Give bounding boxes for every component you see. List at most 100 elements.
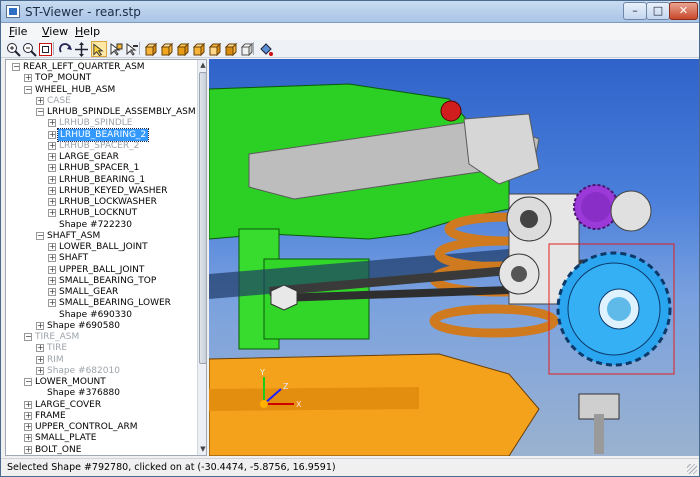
tree-scrollbar[interactable]: ▲ ▼ (197, 60, 206, 455)
menu-view[interactable]: View (42, 25, 68, 38)
expand-toggle-icon[interactable]: + (48, 243, 56, 251)
menu-bar: File View Help (1, 23, 699, 40)
tree-node-label: SHAFT_ASM (47, 230, 101, 241)
collapse-toggle-icon[interactable]: − (24, 378, 32, 386)
select-shape-button[interactable] (91, 41, 107, 57)
model-tree[interactable]: − REAR_LEFT_QUARTER_ASM + TOP_MOUNT − WHEEL_H… (5, 59, 207, 456)
view-right-button[interactable] (223, 41, 239, 57)
app-icon (6, 5, 20, 18)
tree-node-label: SMALL_BEARING_TOP (59, 275, 157, 286)
expand-toggle-icon[interactable]: + (24, 411, 32, 420)
toolbar-separator (53, 42, 54, 55)
menu-file[interactable]: File (9, 25, 27, 38)
expand-toggle-icon[interactable]: + (24, 74, 32, 83)
collapse-toggle-icon[interactable]: − (36, 108, 44, 116)
collapse-toggle-icon[interactable]: − (12, 63, 20, 71)
tree-node-label: TOP_MOUNT (35, 73, 92, 84)
left-bolt (270, 284, 298, 311)
expand-toggle-icon[interactable]: + (48, 141, 56, 150)
expand-toggle-icon[interactable]: + (36, 355, 44, 364)
3d-viewport[interactable]: Y X Z (209, 59, 699, 456)
expand-toggle-icon[interactable]: + (48, 164, 56, 173)
tree-node-label: SMALL_BEARING_LOWER (59, 298, 171, 309)
zoom-out-button[interactable] (21, 41, 37, 57)
expand-toggle-icon[interactable]: + (24, 400, 32, 409)
expand-toggle-icon[interactable]: + (48, 276, 56, 285)
toolbar-separator (139, 42, 140, 55)
collapse-toggle-icon[interactable]: − (24, 85, 32, 94)
tree-node-label: LRHUB_BEARING_2 (56, 127, 150, 142)
scroll-down-arrow-icon[interactable]: ▼ (198, 444, 206, 454)
tree-node-label: LRHUB_SPACER_1 (59, 163, 140, 174)
tree-node-label: LRHUB_KEYED_WASHER (59, 185, 168, 196)
tree-node-label: WHEEL_HUB_ASM (35, 84, 116, 95)
expand-toggle-icon[interactable]: + (36, 321, 44, 330)
rotate-icon (58, 42, 72, 53)
expand-toggle-icon[interactable]: + (48, 186, 56, 195)
view-front-button[interactable] (143, 41, 159, 57)
lower-bearing-inner (511, 266, 527, 282)
collapse-toggle-icon[interactable]: − (24, 333, 32, 341)
expand-toggle-icon[interactable]: + (36, 96, 44, 105)
minimize-button[interactable]: – (623, 2, 647, 20)
maximize-button[interactable]: □ (646, 2, 670, 20)
pick-edge-icon (126, 42, 138, 56)
view-bottom-button[interactable] (191, 41, 207, 57)
view-top-button[interactable] (175, 41, 191, 57)
zoom-fit-icon (38, 42, 52, 56)
tree-node-label: BOLT_ONE (35, 444, 82, 455)
tree-node-label: LOWER_BALL_JOINT (59, 242, 148, 252)
tree-node-label: Shape #690330 (59, 309, 132, 320)
cube-right-icon (224, 42, 237, 56)
hub-bearing-inner (520, 210, 538, 228)
zoom-fit-button[interactable] (37, 41, 53, 57)
zoom-in-icon (6, 42, 21, 57)
resize-grip-icon[interactable] (687, 464, 697, 474)
expand-toggle-icon[interactable]: + (24, 423, 32, 431)
tree-node-label: Shape #690580 (47, 320, 120, 331)
expand-toggle-icon[interactable]: + (48, 288, 56, 296)
tree-node-label: LRHUB_BEARING_1 (59, 174, 146, 185)
expand-toggle-icon[interactable]: + (48, 175, 56, 184)
tree-node-label: Shape #682010 (47, 365, 120, 376)
scroll-thumb[interactable] (199, 72, 206, 364)
rotate-button[interactable] (57, 41, 73, 57)
pick-face-icon (110, 42, 122, 56)
expand-toggle-icon[interactable]: + (36, 344, 44, 353)
tree-node-label: CASE (47, 95, 71, 106)
expand-toggle-icon[interactable]: + (48, 254, 56, 263)
zoom-in-button[interactable] (5, 41, 21, 57)
pan-button[interactable] (73, 41, 89, 57)
scroll-up-arrow-icon[interactable]: ▲ (198, 60, 206, 70)
expand-toggle-icon[interactable]: + (48, 209, 56, 218)
close-button[interactable]: ✕ (669, 2, 698, 20)
red-bolt (440, 100, 462, 122)
tree-node-label: REAR_LEFT_QUARTER_ASM (23, 62, 145, 72)
expand-toggle-icon[interactable]: + (48, 299, 56, 308)
tree-node-label: FRAME (35, 410, 66, 421)
expand-toggle-icon[interactable]: + (48, 130, 56, 139)
status-bar: Selected Shape #792780, clicked on at (-… (1, 458, 699, 476)
expand-toggle-icon[interactable]: + (48, 265, 56, 274)
view-left-button[interactable] (207, 41, 223, 57)
expand-toggle-icon[interactable]: + (24, 434, 32, 443)
collapse-toggle-icon[interactable]: − (36, 231, 44, 240)
pick-face-button[interactable] (107, 41, 123, 57)
pick-edge-button[interactable] (123, 41, 139, 57)
view-back-button[interactable] (159, 41, 175, 57)
cube-front-icon (144, 42, 157, 56)
shading-button[interactable] (257, 41, 273, 57)
expand-toggle-icon[interactable]: + (48, 119, 56, 128)
tree-node-label: LRHUB_SPINDLE_ASSEMBLY_ASM (47, 107, 196, 117)
expand-toggle-icon[interactable]: + (24, 445, 32, 454)
tree-node-label: TIRE_ASM (35, 332, 80, 342)
expand-toggle-icon[interactable]: + (48, 198, 56, 206)
tree-node-label: LARGE_GEAR (59, 152, 119, 162)
title-bar[interactable]: ST-Viewer - rear.stp – □ ✕ (1, 1, 699, 23)
menu-help[interactable]: Help (75, 25, 100, 38)
expand-toggle-icon[interactable]: + (48, 153, 56, 161)
tree-node-label: LARGE_COVER (35, 399, 102, 410)
pan-icon (74, 41, 88, 57)
ball-joint-stud (594, 414, 604, 454)
expand-toggle-icon[interactable]: + (36, 366, 44, 375)
